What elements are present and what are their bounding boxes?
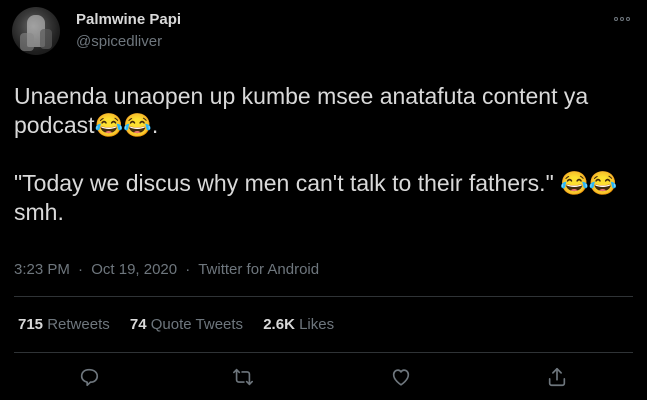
like-icon[interactable]	[390, 366, 414, 390]
likes-stat[interactable]: 2.6K Likes	[263, 316, 334, 333]
tweet-text: Unaenda unaopen up kumbe msee anatafuta …	[14, 82, 634, 227]
retweets-count: 715	[18, 316, 44, 333]
tweet-actions	[0, 366, 647, 392]
divider	[14, 296, 633, 297]
tweet-paragraph: "Today we discus why men can't talk to t…	[14, 170, 618, 225]
user-handle[interactable]: @spicedliver	[76, 33, 162, 50]
more-dot	[626, 17, 630, 21]
quote-tweets-label: Quote Tweets	[150, 316, 244, 333]
avatar[interactable]	[12, 7, 60, 55]
tweet-source[interactable]: Twitter for Android	[198, 261, 319, 278]
tweet-date[interactable]: Oct 19, 2020	[91, 261, 177, 278]
tweet-time[interactable]: 3:23 PM	[14, 261, 70, 278]
user-display-name[interactable]: Palmwine Papi	[76, 11, 181, 28]
meta-separator: ·	[78, 261, 84, 278]
retweets-stat[interactable]: 715 Retweets	[18, 316, 114, 333]
share-icon[interactable]	[546, 366, 570, 390]
avatar-figure	[40, 29, 52, 49]
divider	[14, 352, 633, 353]
avatar-figure	[20, 33, 34, 51]
retweets-label: Retweets	[47, 316, 110, 333]
tweet-metadata: 3:23 PM · Oct 19, 2020 · Twitter for And…	[14, 261, 319, 278]
meta-separator: ·	[185, 261, 191, 278]
likes-label: Likes	[299, 316, 335, 333]
reply-icon[interactable]	[78, 366, 102, 390]
quote-tweets-count: 74	[129, 316, 147, 333]
more-options-icon[interactable]	[611, 12, 633, 26]
more-dot	[614, 17, 618, 21]
likes-count: 2.6K	[263, 316, 295, 333]
more-dot	[620, 17, 624, 21]
retweet-icon[interactable]	[232, 366, 256, 390]
quote-tweets-stat[interactable]: 74 Quote Tweets	[130, 316, 247, 333]
tweet-stats: 715 Retweets 74 Quote Tweets 2.6K Likes	[18, 316, 350, 333]
tweet-paragraph: Unaenda unaopen up kumbe msee anatafuta …	[14, 83, 589, 138]
